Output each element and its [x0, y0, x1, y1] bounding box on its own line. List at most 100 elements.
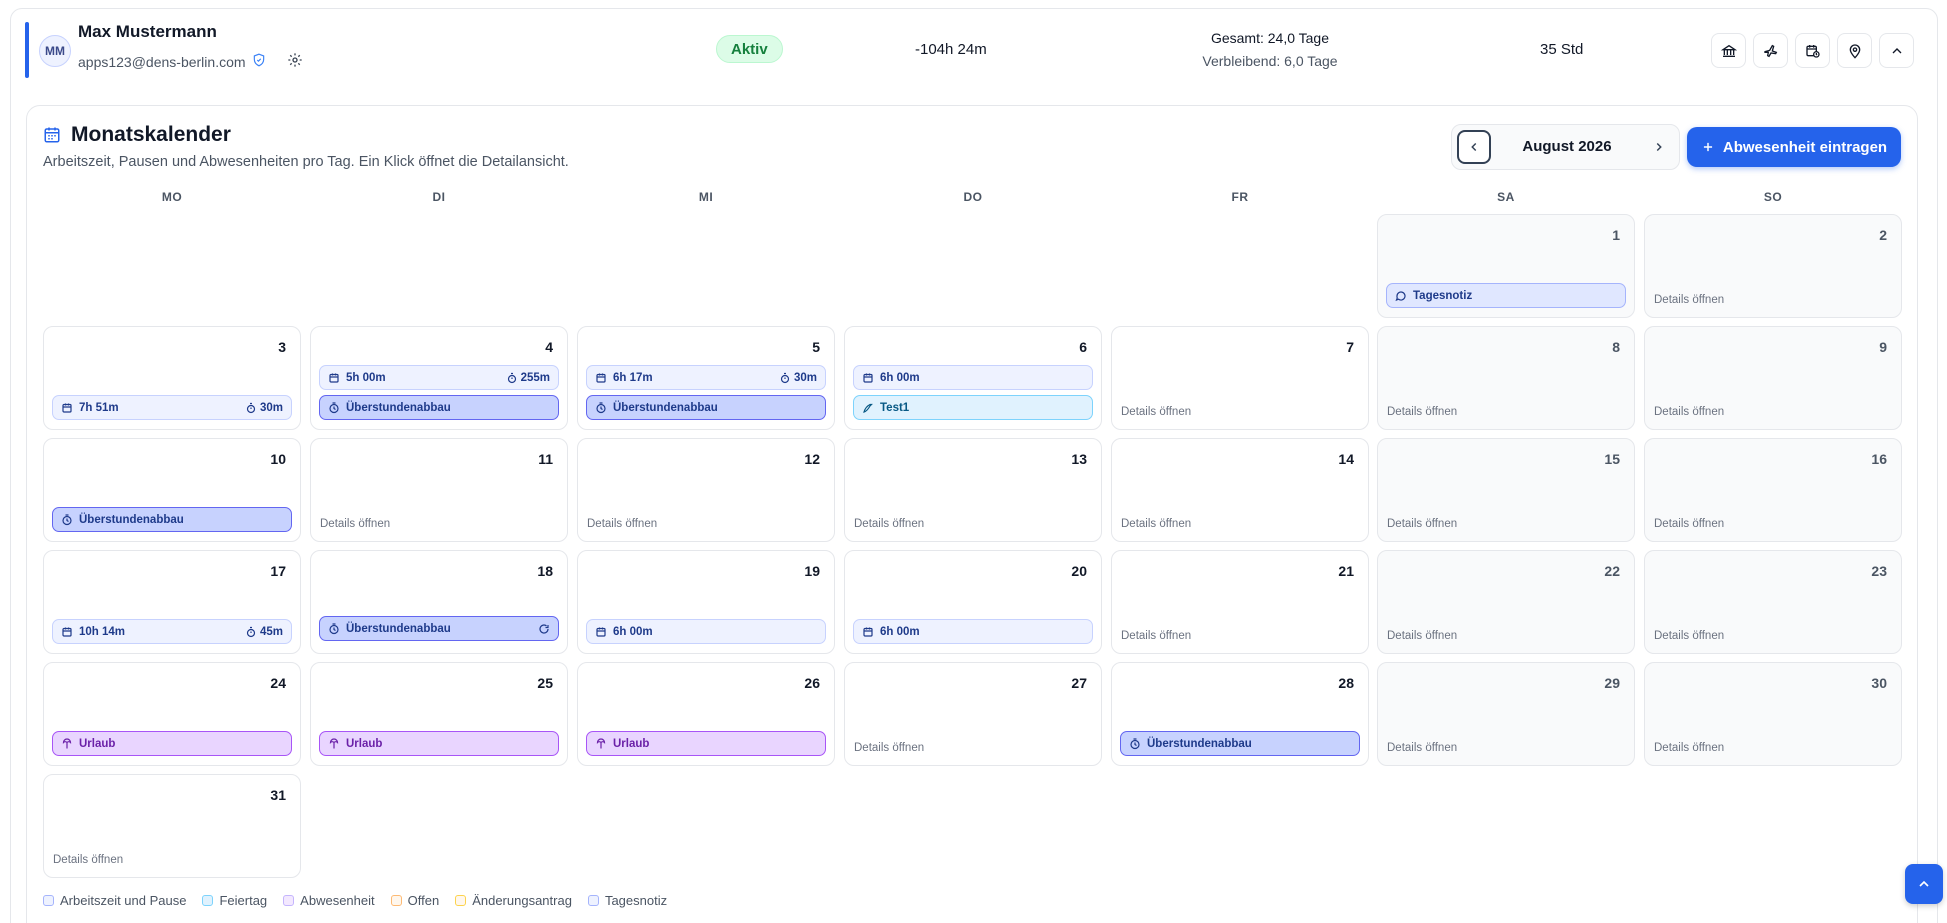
calendar-day-8[interactable]: 8 Details öffnen: [1377, 326, 1635, 430]
calendar-day-28[interactable]: 28 Überstundenabbau: [1111, 662, 1369, 766]
entry-chip-work[interactable]: 6h 17m 30m: [586, 365, 826, 390]
details-link[interactable]: Details öffnen: [1121, 406, 1191, 418]
calendar-icon: [595, 626, 607, 638]
entry-chip-comp[interactable]: Überstundenabbau: [586, 395, 826, 420]
weekday-so: SO: [1763, 190, 1783, 204]
details-link[interactable]: Details öffnen: [53, 854, 123, 866]
calendar-clock-icon: [1805, 44, 1820, 58]
details-link[interactable]: Details öffnen: [1654, 518, 1724, 530]
calendar-day-25[interactable]: 25 Urlaub: [310, 662, 568, 766]
weekday-fr: FR: [1231, 190, 1249, 204]
entry-label: Urlaub: [346, 737, 383, 750]
calendar-day-30[interactable]: 30 Details öffnen: [1644, 662, 1902, 766]
calendar-title-text: Monatskalender: [71, 123, 231, 146]
calendar-day-16[interactable]: 16 Details öffnen: [1644, 438, 1902, 542]
vacation-total: Gesamt: 24,0 Tage: [1210, 30, 1330, 46]
details-link[interactable]: Details öffnen: [1121, 518, 1191, 530]
calendar-day-1[interactable]: 1 Tagesnotiz: [1377, 214, 1635, 318]
entry-chip-comp[interactable]: Überstundenabbau: [319, 395, 559, 420]
entry-chip-vac[interactable]: Urlaub: [52, 731, 292, 756]
calendar-day-3[interactable]: 3 7h 51m 30m: [43, 326, 301, 430]
details-link[interactable]: Details öffnen: [1121, 630, 1191, 642]
details-link[interactable]: Details öffnen: [1654, 294, 1724, 306]
calendar-day-19[interactable]: 19 6h 00m: [577, 550, 835, 654]
calendar-icon: [862, 626, 874, 638]
entry-chip-vac[interactable]: Urlaub: [586, 731, 826, 756]
details-link[interactable]: Details öffnen: [854, 518, 924, 530]
details-link[interactable]: Details öffnen: [320, 518, 390, 530]
entry-chip-vac[interactable]: Urlaub: [319, 731, 559, 756]
details-link[interactable]: Details öffnen: [1387, 406, 1457, 418]
stopwatch-icon: [328, 401, 340, 414]
calendar-day-4[interactable]: 4 5h 00m 255m Überstundenabbau: [310, 326, 568, 430]
calendar-day-26[interactable]: 26 Urlaub: [577, 662, 835, 766]
user-email-row: apps123@dens-berlin.com: [78, 53, 266, 70]
entry-chip-other[interactable]: Test1: [853, 395, 1093, 420]
location-button[interactable]: [1837, 33, 1872, 68]
add-absence-button[interactable]: Abwesenheit eintragen: [1687, 127, 1901, 167]
calendar-day-20[interactable]: 20 6h 00m: [844, 550, 1102, 654]
entry-chip-work[interactable]: 5h 00m 255m: [319, 365, 559, 390]
accent-bar: [25, 22, 29, 78]
entry-label: Urlaub: [613, 737, 650, 750]
entry-chip-comp[interactable]: Überstundenabbau: [1120, 731, 1360, 756]
calendar-day-17[interactable]: 17 10h 14m 45m: [43, 550, 301, 654]
timer-icon: [245, 402, 257, 414]
entry-chip-work[interactable]: 10h 14m 45m: [52, 619, 292, 644]
details-link[interactable]: Details öffnen: [1654, 406, 1724, 418]
calendar-day-11[interactable]: 11 Details öffnen: [310, 438, 568, 542]
entry-chip-work[interactable]: 7h 51m 30m: [52, 395, 292, 420]
calendar-day-22[interactable]: 22 Details öffnen: [1377, 550, 1635, 654]
calendar-day-24[interactable]: 24 Urlaub: [43, 662, 301, 766]
entry-chip-work[interactable]: 6h 00m: [586, 619, 826, 644]
details-link[interactable]: Details öffnen: [854, 742, 924, 754]
calendar-day-6[interactable]: 6 6h 00m Test1: [844, 326, 1102, 430]
details-link[interactable]: Details öffnen: [1654, 742, 1724, 754]
calendar-day-23[interactable]: 23 Details öffnen: [1644, 550, 1902, 654]
chevron-up-icon: [1919, 880, 1929, 887]
calendar-day-10[interactable]: 10 Überstundenabbau: [43, 438, 301, 542]
calendar-day-18[interactable]: 18 Überstundenabbau: [310, 550, 568, 654]
next-month-button[interactable]: [1642, 130, 1676, 164]
entry-chip-work[interactable]: 6h 00m: [853, 619, 1093, 644]
day-number: 13: [1071, 451, 1087, 467]
details-link[interactable]: Details öffnen: [1387, 518, 1457, 530]
entry-chip-work[interactable]: 6h 00m: [853, 365, 1093, 390]
entry-chip-comp[interactable]: Überstundenabbau: [319, 616, 559, 641]
day-number: 18: [537, 563, 553, 579]
collapse-button[interactable]: [1879, 33, 1914, 68]
details-link[interactable]: Details öffnen: [1387, 630, 1457, 642]
calendar-day-5[interactable]: 5 6h 17m 30m Überstundenabbau: [577, 326, 835, 430]
entry-label: 6h 00m: [880, 371, 920, 384]
calendar-day-29[interactable]: 29 Details öffnen: [1377, 662, 1635, 766]
calendar-day-14[interactable]: 14 Details öffnen: [1111, 438, 1369, 542]
details-link[interactable]: Details öffnen: [1387, 742, 1457, 754]
calendar-day-21[interactable]: 21 Details öffnen: [1111, 550, 1369, 654]
bank-button[interactable]: [1711, 33, 1746, 68]
calendar-day-31[interactable]: 31 Details öffnen: [43, 774, 301, 878]
day-number: 27: [1071, 675, 1087, 691]
schedule-button[interactable]: [1795, 33, 1830, 68]
calendar-day-13[interactable]: 13 Details öffnen: [844, 438, 1102, 542]
calendar-day-2[interactable]: 2 Details öffnen: [1644, 214, 1902, 318]
stopwatch-icon: [328, 622, 340, 635]
prev-month-button[interactable]: [1457, 130, 1491, 164]
legend-item: Offen: [390, 893, 439, 908]
vacation-button[interactable]: [1753, 33, 1788, 68]
day-number: 25: [537, 675, 553, 691]
current-month-label: August 2026: [1522, 138, 1612, 155]
calendar-day-27[interactable]: 27 Details öffnen: [844, 662, 1102, 766]
add-absence-label: Abwesenheit eintragen: [1722, 138, 1888, 156]
scroll-to-top-button[interactable]: [1905, 864, 1943, 904]
entry-chip-comp[interactable]: Überstundenabbau: [52, 507, 292, 532]
calendar-day-15[interactable]: 15 Details öffnen: [1377, 438, 1635, 542]
gear-icon[interactable]: [287, 52, 303, 68]
palm-tree-icon: [61, 737, 73, 750]
calendar-day-12[interactable]: 12 Details öffnen: [577, 438, 835, 542]
calendar-day-7[interactable]: 7 Details öffnen: [1111, 326, 1369, 430]
details-link[interactable]: Details öffnen: [1654, 630, 1724, 642]
entry-chip-note[interactable]: Tagesnotiz: [1386, 283, 1626, 308]
details-link[interactable]: Details öffnen: [587, 518, 657, 530]
calendar-day-9[interactable]: 9 Details öffnen: [1644, 326, 1902, 430]
entry-label: Überstundenabbau: [613, 401, 718, 414]
